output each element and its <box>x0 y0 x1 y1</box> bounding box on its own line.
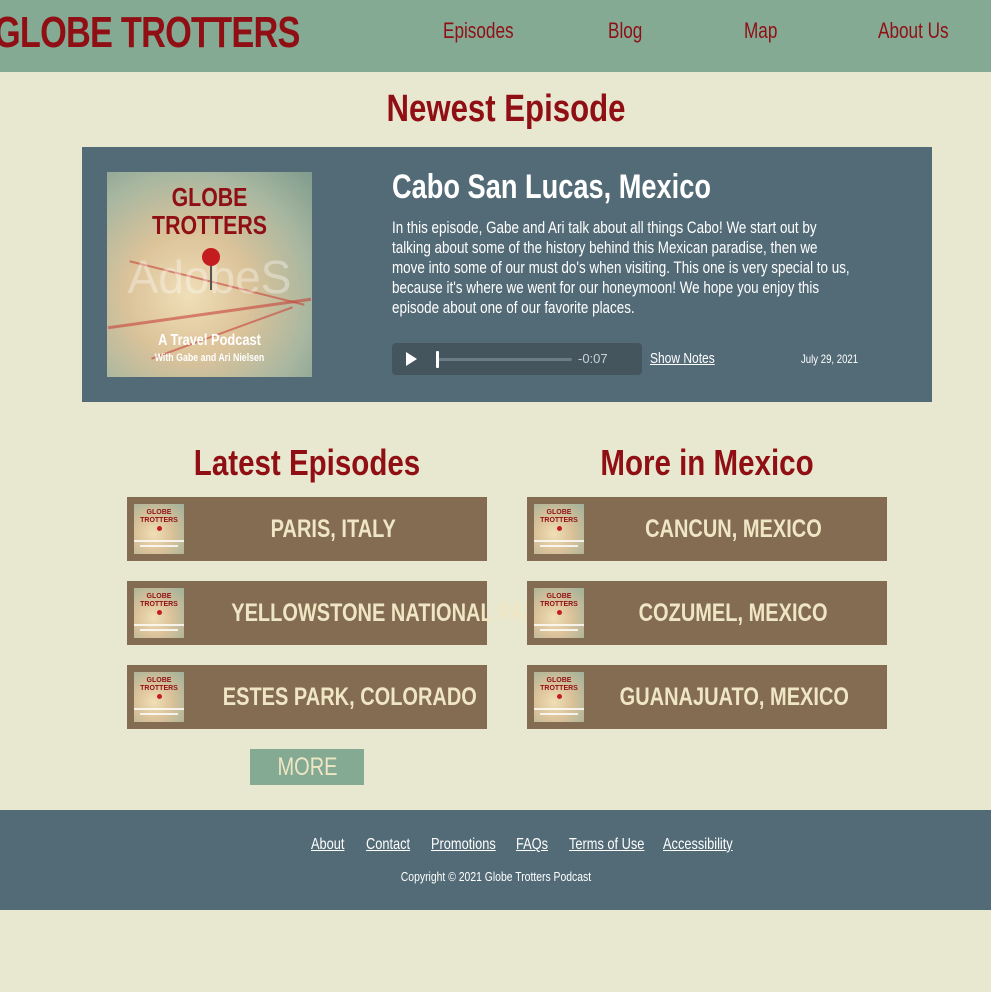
more-in-mexico-heading: More in Mexico <box>600 442 814 483</box>
footer-link-about[interactable]: About <box>311 836 344 854</box>
cover-title-line1: GLOBE <box>171 182 248 212</box>
episode-tile-paris[interactable]: GLOBE TROTTERS PARIS, ITALY <box>127 497 487 561</box>
show-notes-link[interactable]: Show Notes <box>650 350 715 367</box>
more-button-label: MORE <box>277 753 337 781</box>
episode-thumbnail: GLOBE TROTTERS <box>534 504 584 554</box>
cover-subtitle: A Travel Podcast <box>158 332 261 349</box>
episode-tile-yellowstone[interactable]: GLOBE TROTTERS YELLOWSTONE NATIONAL PARK <box>127 581 553 645</box>
site-logo[interactable]: GLOBE TROTTERS <box>0 8 300 58</box>
nav-item-map[interactable]: Map <box>744 18 777 44</box>
episode-thumbnail: GLOBE TROTTERS <box>534 672 584 722</box>
audio-time-remaining: -0:07 <box>578 351 608 366</box>
footer-link-faqs[interactable]: FAQs <box>516 836 548 854</box>
episode-tile-guanajuato[interactable]: GLOBE TROTTERS GUANAJUATO, MEXICO <box>527 665 887 729</box>
copyright-text: Copyright © 2021 Globe Trotters Podcast <box>400 869 591 884</box>
episode-tile-label: CANCUN, MEXICO <box>644 515 822 543</box>
episode-tile-label: YELLOWSTONE NATIONAL PARK <box>231 599 554 627</box>
podcast-cover-image: GLOBE TROTTERS AdobeS A Travel Podcast W… <box>107 172 312 377</box>
footer-link-contact[interactable]: Contact <box>366 836 410 854</box>
footer-link-accessibility[interactable]: Accessibility <box>663 836 733 854</box>
nav-item-about-us[interactable]: About Us <box>878 18 949 44</box>
newest-episode-title: Cabo San Lucas, Mexico <box>392 168 711 206</box>
footer-link-promotions[interactable]: Promotions <box>431 836 496 854</box>
episode-tile-cozumel[interactable]: GLOBE TROTTERS COZUMEL, MEXICO <box>527 581 887 645</box>
nav-item-blog[interactable]: Blog <box>608 18 642 44</box>
map-pin-icon <box>202 248 220 266</box>
audio-progress-thumb[interactable] <box>436 351 439 368</box>
episode-tile-estes-park[interactable]: GLOBE TROTTERS ESTES PARK, COLORADO <box>127 665 487 729</box>
episode-thumbnail: GLOBE TROTTERS <box>534 588 584 638</box>
audio-player: -0:07 <box>392 343 642 375</box>
episode-tile-label: COZUMEL, MEXICO <box>638 599 828 627</box>
episode-thumbnail: GLOBE TROTTERS <box>134 504 184 554</box>
episode-tile-label: GUANAJUATO, MEXICO <box>619 683 849 711</box>
play-icon[interactable] <box>406 352 417 366</box>
episode-tile-label: ESTES PARK, COLORADO <box>222 683 477 711</box>
episode-tile-cancun[interactable]: GLOBE TROTTERS CANCUN, MEXICO <box>527 497 887 561</box>
nav-item-episodes[interactable]: Episodes <box>443 18 514 44</box>
cover-title-line2: TROTTERS <box>152 210 267 240</box>
latest-episodes-heading: Latest Episodes <box>193 442 421 483</box>
episode-thumbnail: GLOBE TROTTERS <box>134 588 184 638</box>
audio-progress-track[interactable] <box>436 358 572 361</box>
cover-hosts: With Gabe and Ari Nielsen <box>154 352 265 364</box>
episode-date: July 29, 2021 <box>801 352 859 366</box>
footer-link-terms[interactable]: Terms of Use <box>569 836 644 854</box>
more-episodes-button[interactable]: MORE <box>250 749 364 785</box>
site-footer: About Contact Promotions FAQs Terms of U… <box>0 810 991 910</box>
newest-episode-heading: Newest Episode <box>386 88 626 130</box>
episode-thumbnail: GLOBE TROTTERS <box>134 672 184 722</box>
site-header: GLOBE TROTTERS Episodes Blog Map About U… <box>0 0 991 72</box>
newest-episode-description: In this episode, Gabe and Ari talk about… <box>392 218 850 317</box>
episode-tile-label: PARIS, ITALY <box>270 515 396 543</box>
